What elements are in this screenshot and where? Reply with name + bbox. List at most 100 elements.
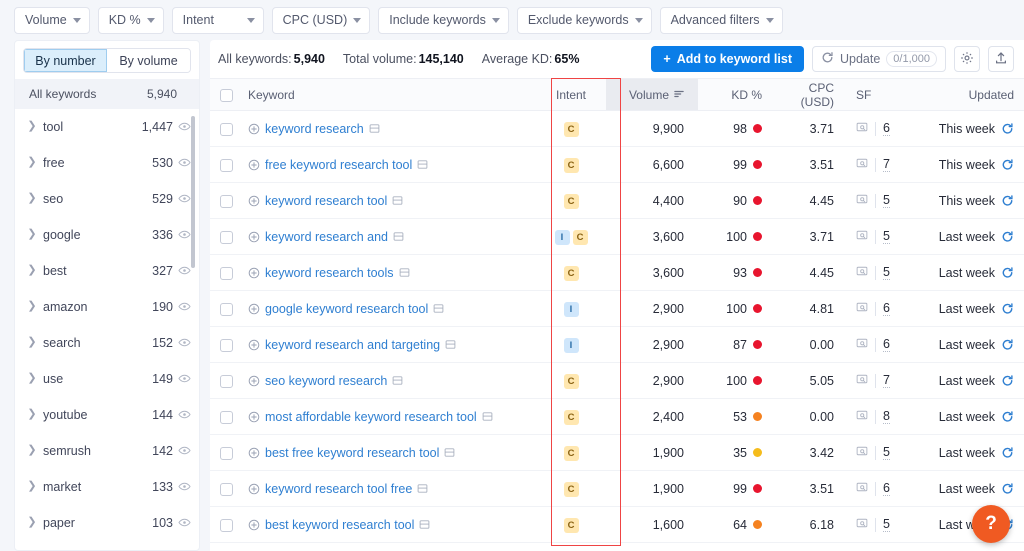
eye-icon[interactable] [173, 408, 191, 421]
sidebar-item-amazon[interactable]: ❯ amazon 190 [15, 289, 199, 325]
sf-count[interactable]: 6 [883, 301, 890, 316]
add-to-keyword-list-button[interactable]: + Add to keyword list [651, 46, 804, 72]
add-keyword-icon[interactable] [248, 447, 260, 459]
keyword-link[interactable]: most affordable keyword research tool [265, 410, 477, 424]
header-cpc[interactable]: CPC (USD) [768, 78, 840, 111]
sidebar-item-paper[interactable]: ❯ paper 103 [15, 505, 199, 541]
eye-icon[interactable] [173, 156, 191, 169]
eye-icon[interactable] [173, 516, 191, 529]
sidebar-item-tool[interactable]: ❯ tool 1,447 [15, 109, 199, 145]
keyword-link[interactable]: best free keyword research tool [265, 446, 439, 460]
keyword-link[interactable]: keyword research [265, 122, 364, 136]
table-row[interactable]: most affordable keyword research tool C 2,… [210, 398, 1024, 435]
sf-count[interactable]: 7 [883, 373, 890, 388]
serp-preview-icon[interactable] [392, 375, 403, 386]
sidebar-item-semrush[interactable]: ❯ semrush 142 [15, 433, 199, 469]
add-keyword-icon[interactable] [248, 375, 260, 387]
serp-preview-icon[interactable] [417, 483, 428, 494]
refresh-icon[interactable] [1001, 158, 1014, 171]
help-button[interactable]: ? [972, 505, 1010, 543]
row-checkbox[interactable] [219, 158, 233, 172]
keyword-link[interactable]: best keyword research tool [265, 518, 414, 532]
row-checkbox[interactable] [219, 374, 233, 388]
row-checkbox[interactable] [219, 518, 233, 532]
row-checkbox[interactable] [219, 266, 233, 280]
keyword-link[interactable]: keyword research and [265, 230, 388, 244]
eye-icon[interactable] [173, 372, 191, 385]
sidebar-item-youtube[interactable]: ❯ youtube 144 [15, 397, 199, 433]
serp-features-icon[interactable] [856, 157, 868, 172]
sidebar-scrollbar-thumb[interactable] [190, 116, 195, 268]
header-select-all[interactable] [210, 78, 242, 111]
sf-count[interactable]: 6 [883, 481, 890, 496]
refresh-icon[interactable] [1001, 410, 1014, 423]
serp-preview-icon[interactable] [419, 519, 430, 530]
sf-count[interactable]: 5 [883, 445, 890, 460]
table-row[interactable]: keyword research C 9,900 98 3.71 6 This week [210, 110, 1024, 147]
table-row[interactable]: keyword research tool free C 1,900 99 3.51 6 L… [210, 470, 1024, 507]
sf-count[interactable]: 5 [883, 517, 890, 532]
serp-preview-icon[interactable] [433, 303, 444, 314]
row-select-cell[interactable] [210, 434, 242, 471]
eye-icon[interactable] [173, 228, 191, 241]
row-checkbox[interactable] [219, 410, 233, 424]
sf-count[interactable]: 5 [883, 229, 890, 244]
header-keyword[interactable]: Keyword [242, 78, 536, 111]
table-row[interactable]: best free keyword research tool C 1,900 35 3… [210, 434, 1024, 471]
intent-badge-C[interactable]: C [563, 517, 579, 533]
row-select-cell[interactable] [210, 254, 242, 291]
sidebar-item-best[interactable]: ❯ best 327 [15, 253, 199, 289]
serp-preview-icon[interactable] [399, 267, 410, 278]
refresh-icon[interactable] [1001, 302, 1014, 315]
select-all-checkbox[interactable] [219, 88, 233, 102]
filter-kd[interactable]: KD % [97, 6, 164, 34]
eye-icon[interactable] [173, 336, 191, 349]
serp-preview-icon[interactable] [445, 339, 456, 350]
add-keyword-icon[interactable] [248, 267, 260, 279]
add-keyword-icon[interactable] [248, 195, 260, 207]
row-select-cell[interactable] [210, 326, 242, 363]
filter-intent[interactable]: Intent [171, 6, 264, 34]
intent-badge-C[interactable]: C [563, 409, 579, 425]
serp-features-icon[interactable] [856, 481, 868, 496]
serp-features-icon[interactable] [856, 445, 868, 460]
filter-exclude-keywords[interactable]: Exclude keywords [516, 6, 652, 34]
table-row[interactable]: google keyword research tool I 2,900 100 4.8… [210, 290, 1024, 327]
tab-by-volume[interactable]: By volume [107, 49, 190, 72]
eye-icon[interactable] [173, 300, 191, 313]
table-row[interactable]: keyword research tool C 4,400 90 4.45 5 This w… [210, 182, 1024, 219]
intent-badge-C[interactable]: C [563, 445, 579, 461]
add-keyword-icon[interactable] [248, 231, 260, 243]
serp-features-icon[interactable] [856, 337, 868, 352]
sidebar-scrollbar-track[interactable] [190, 112, 197, 547]
eye-icon[interactable] [173, 120, 191, 133]
serp-preview-icon[interactable] [417, 159, 428, 170]
row-select-cell[interactable] [210, 182, 242, 219]
serp-features-icon[interactable] [856, 193, 868, 208]
serp-features-icon[interactable] [856, 517, 868, 532]
row-checkbox[interactable] [219, 338, 233, 352]
serp-features-icon[interactable] [856, 265, 868, 280]
intent-badge-C[interactable]: C [563, 193, 579, 209]
refresh-icon[interactable] [1001, 338, 1014, 351]
serp-features-icon[interactable] [856, 301, 868, 316]
keyword-link[interactable]: google keyword research tool [265, 302, 428, 316]
intent-badge-C[interactable]: C [563, 481, 579, 497]
add-keyword-icon[interactable] [248, 483, 260, 495]
keyword-link[interactable]: free keyword research tool [265, 158, 412, 172]
filter-cpc[interactable]: CPC (USD) [271, 6, 371, 34]
refresh-icon[interactable] [1001, 230, 1014, 243]
add-keyword-icon[interactable] [248, 159, 260, 171]
keyword-link[interactable]: keyword research and targeting [265, 338, 440, 352]
table-row[interactable]: best keyword research tool C 1,600 64 6.18 5 L… [210, 506, 1024, 543]
sf-count[interactable]: 7 [883, 157, 890, 172]
filter-include-keywords[interactable]: Include keywords [378, 6, 509, 34]
update-button[interactable]: Update 0/1,000 [811, 46, 946, 72]
keyword-link[interactable]: keyword research tool free [265, 482, 412, 496]
refresh-icon[interactable] [1001, 374, 1014, 387]
keyword-link[interactable]: seo keyword research [265, 374, 387, 388]
intent-badge-I[interactable]: I [563, 301, 579, 317]
row-select-cell[interactable] [210, 146, 242, 183]
row-select-cell[interactable] [210, 362, 242, 399]
refresh-icon[interactable] [1001, 446, 1014, 459]
